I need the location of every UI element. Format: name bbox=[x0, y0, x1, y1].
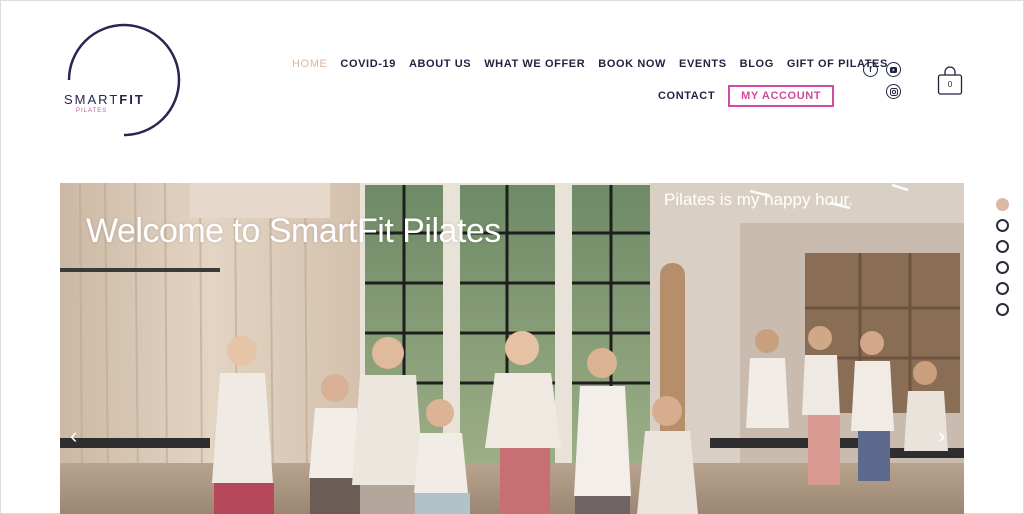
youtube-icon[interactable] bbox=[886, 62, 901, 77]
slider-dot-2[interactable] bbox=[996, 219, 1009, 232]
secondary-nav: CONTACT MY ACCOUNT bbox=[658, 85, 835, 107]
slider-prev-arrow[interactable]: ‹ bbox=[70, 423, 77, 449]
nav-events[interactable]: EVENTS bbox=[679, 58, 727, 70]
my-account-button[interactable]: MY ACCOUNT bbox=[728, 85, 835, 107]
instagram-icon[interactable] bbox=[886, 84, 901, 99]
site-logo[interactable]: SMARTFIT PILATES bbox=[60, 22, 184, 140]
logo-ring bbox=[67, 23, 181, 137]
logo-wordmark: SMARTFIT bbox=[64, 92, 145, 107]
cart-button[interactable]: 0 bbox=[937, 66, 963, 96]
slider-dot-5[interactable] bbox=[996, 282, 1009, 295]
nav-blog[interactable]: BLOG bbox=[740, 58, 774, 70]
slider-dot-6[interactable] bbox=[996, 303, 1009, 316]
nav-about-us[interactable]: ABOUT US bbox=[409, 58, 471, 70]
hero-tagline: Pilates is my happy hour. bbox=[664, 190, 853, 209]
nav-home[interactable]: HOME bbox=[292, 58, 327, 70]
facebook-icon[interactable]: f bbox=[863, 62, 878, 77]
cart-count: 0 bbox=[947, 80, 953, 89]
nav-what-we-offer[interactable]: WHAT WE OFFER bbox=[484, 58, 585, 70]
slider-dot-4[interactable] bbox=[996, 261, 1009, 274]
nav-contact[interactable]: CONTACT bbox=[658, 90, 715, 102]
logo-subtitle: PILATES bbox=[76, 108, 108, 114]
slider-dot-1[interactable] bbox=[996, 198, 1009, 211]
slider-dots bbox=[996, 198, 1009, 316]
slider-next-arrow[interactable]: › bbox=[938, 423, 945, 449]
nav-covid-19[interactable]: COVID-19 bbox=[340, 58, 396, 70]
hero-title: Welcome to SmartFit Pilates bbox=[86, 212, 501, 250]
main-nav: HOME COVID-19 ABOUT US WHAT WE OFFER BOO… bbox=[292, 58, 888, 70]
nav-book-now[interactable]: BOOK NOW bbox=[598, 58, 666, 70]
hero-slider: Welcome to SmartFit Pilates Pilates is m… bbox=[60, 183, 964, 514]
slider-dot-3[interactable] bbox=[996, 240, 1009, 253]
